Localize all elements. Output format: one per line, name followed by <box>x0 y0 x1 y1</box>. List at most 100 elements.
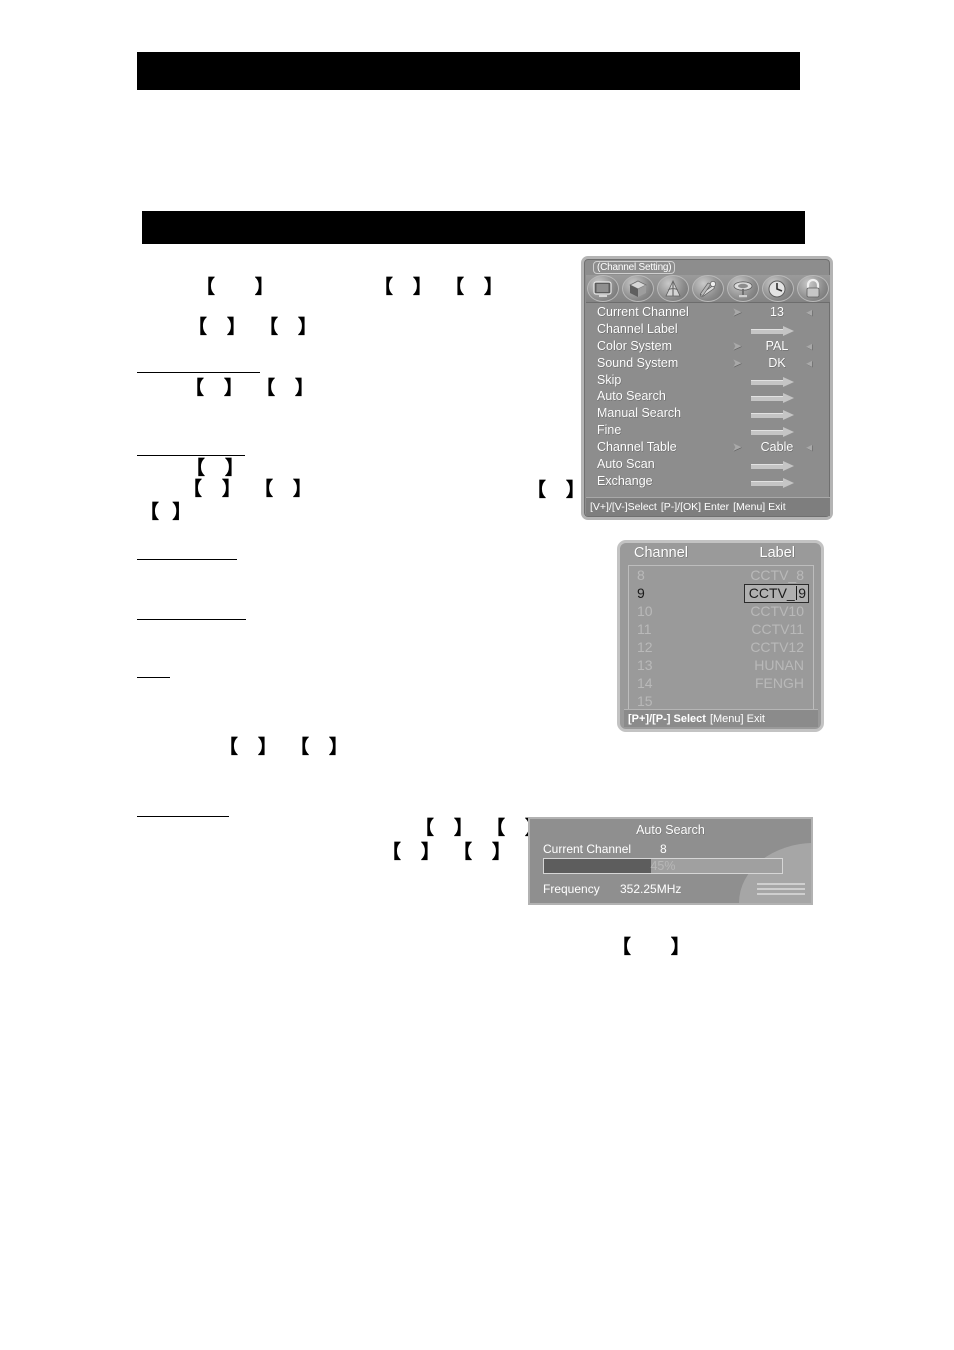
redacted-rule <box>137 677 170 678</box>
menu-label: Auto Search <box>597 389 666 404</box>
menu-row-color-system[interactable]: Color System ➤ PAL ◂ <box>584 339 830 356</box>
picture-icon[interactable] <box>587 275 619 302</box>
panel-stripe-decoration <box>757 883 805 898</box>
bracket-marker: 【 】 【 】 <box>219 736 348 758</box>
cell-channel: 15 <box>637 693 653 709</box>
menu-label: Channel Table <box>597 440 677 455</box>
cell-channel: 9 <box>637 585 645 601</box>
redacted-rule <box>137 559 237 560</box>
redacted-rule <box>137 816 229 817</box>
hint-exit: [Menu] Exit <box>709 712 765 725</box>
osd-title: (Channel Setting) <box>593 261 676 274</box>
menu-row-channel-label[interactable]: Channel Label <box>584 322 830 339</box>
menu-row-channel-table[interactable]: Channel Table ➤ Cable ◂ <box>584 440 830 457</box>
decrease-caret-icon[interactable]: ➤ <box>732 339 742 353</box>
column-header-label: Label <box>759 545 795 561</box>
menu-label: Current Channel <box>597 305 689 319</box>
cell-label: CCTV_8 <box>750 567 804 583</box>
menu-row-skip[interactable]: Skip <box>584 373 830 390</box>
cell-channel: 13 <box>637 657 653 673</box>
bracket-marker: 【 】 【 】 <box>382 841 511 863</box>
increase-caret-icon[interactable]: ◂ <box>806 356 812 370</box>
menu-label: Fine <box>597 423 622 438</box>
menu-label: Sound System <box>597 355 679 370</box>
text-cursor-icon <box>795 586 798 600</box>
lock-icon[interactable] <box>797 275 829 302</box>
cell-label: FENGH <box>755 675 804 691</box>
menu-label: Skip <box>597 372 622 387</box>
menu-row-manual-search[interactable]: Manual Search <box>584 406 830 423</box>
current-channel-value: 8 <box>660 842 667 856</box>
submenu-arrow-icon[interactable] <box>751 461 797 472</box>
hint-select: [V+]/[V-]Select <box>590 501 657 513</box>
menu-value: Cable <box>760 440 794 455</box>
table-row[interactable]: 14 FENGH <box>629 675 813 693</box>
channel-label-grid[interactable]: 8 CCTV_8 9 CCTV_ 9 10 CCTV10 11 CCTV11 12… <box>628 565 814 710</box>
bracket-marker: 【 】 <box>186 457 244 479</box>
osd-icon-row[interactable] <box>586 275 830 303</box>
bracket-marker: 【 】 【 】 <box>374 276 503 298</box>
submenu-arrow-icon[interactable] <box>751 393 797 404</box>
osd-menu-list[interactable]: Current Channel ➤ 13 ◂ Channel Label Col… <box>584 305 830 488</box>
menu-value: DK <box>768 355 786 370</box>
cell-label: HUNAN <box>754 657 804 673</box>
cell-channel: 14 <box>637 675 653 691</box>
menu-row-sound-system[interactable]: Sound System ➤ DK ◂ <box>584 356 830 373</box>
menu-row-auto-search[interactable]: Auto Search <box>584 389 830 406</box>
submenu-arrow-icon[interactable] <box>751 376 797 387</box>
menu-value: 13 <box>770 305 784 319</box>
osd-auto-search-panel[interactable]: Auto Search Current Channel 8 45% Freque… <box>528 817 813 905</box>
antenna-icon[interactable] <box>657 275 689 302</box>
bracket-marker: 【 】 <box>140 501 192 523</box>
table-row[interactable]: 13 HUNAN <box>629 657 813 675</box>
submenu-arrow-icon[interactable] <box>751 427 797 438</box>
cell-label-editing[interactable]: CCTV_ 9 <box>743 584 809 603</box>
menu-row-fine[interactable]: Fine <box>584 423 830 440</box>
cell-label: CCTV10 <box>750 603 804 619</box>
cell-channel: 8 <box>637 567 645 583</box>
table-row[interactable]: 8 CCTV_8 <box>629 567 813 585</box>
auto-search-title: Auto Search <box>636 823 705 837</box>
sound-cube-icon[interactable] <box>622 275 654 302</box>
current-channel-label: Current Channel <box>543 842 632 856</box>
bracket-marker: 【 】 【 】 <box>185 377 314 399</box>
redacted-rule <box>137 372 260 373</box>
hint-enter: [P-]/[OK] Enter <box>660 501 730 513</box>
label-text-after-cursor: 9 <box>798 585 806 601</box>
table-row[interactable]: 11 CCTV11 <box>629 621 813 639</box>
header-bar-top <box>137 52 800 90</box>
header-bar-section <box>142 211 805 244</box>
submenu-arrow-icon[interactable] <box>751 477 797 488</box>
satellite-icon[interactable] <box>727 275 759 302</box>
tools-icon[interactable] <box>692 275 724 302</box>
decrease-caret-icon[interactable]: ➤ <box>732 305 742 319</box>
clock-icon[interactable] <box>762 275 794 302</box>
increase-caret-icon[interactable]: ◂ <box>806 339 812 353</box>
menu-label: Channel Label <box>597 321 678 336</box>
frequency-value: 352.25MHz <box>620 882 682 896</box>
menu-row-auto-scan[interactable]: Auto Scan <box>584 457 830 474</box>
table-row[interactable]: 12 CCTV12 <box>629 639 813 657</box>
hint-exit: [Menu] Exit <box>733 501 786 513</box>
table-row-selected[interactable]: 9 CCTV_ 9 <box>629 584 813 603</box>
submenu-arrow-icon[interactable] <box>751 410 797 421</box>
table-header: Channel Label <box>620 545 821 564</box>
increase-caret-icon[interactable]: ◂ <box>806 305 812 319</box>
submenu-arrow-icon[interactable] <box>751 325 797 336</box>
search-progress-bar: 45% <box>543 858 783 874</box>
osd-channel-setting-panel[interactable]: (Channel Setting) Current Channel ➤ 13 ◂… <box>581 256 833 520</box>
menu-label: Color System <box>597 338 673 353</box>
decrease-caret-icon[interactable]: ➤ <box>732 440 742 454</box>
bracket-marker: 【 】 【 】 <box>415 817 544 839</box>
menu-label: Auto Scan <box>597 457 655 472</box>
increase-caret-icon[interactable]: ◂ <box>806 440 812 454</box>
decrease-caret-icon[interactable]: ➤ <box>732 356 742 370</box>
menu-row-current-channel[interactable]: Current Channel ➤ 13 ◂ <box>584 305 830 322</box>
osd-channel-label-panel[interactable]: Channel Label 8 CCTV_8 9 CCTV_ 9 10 CCTV1… <box>617 540 824 732</box>
cell-channel: 10 <box>637 603 653 619</box>
hint-select: [P+]/[P-] Select <box>628 712 706 725</box>
table-row[interactable]: 10 CCTV10 <box>629 603 813 621</box>
menu-row-exchange[interactable]: Exchange <box>584 474 830 491</box>
bracket-marker: 【 】 【 】 <box>188 316 317 338</box>
menu-value: PAL <box>765 338 789 353</box>
